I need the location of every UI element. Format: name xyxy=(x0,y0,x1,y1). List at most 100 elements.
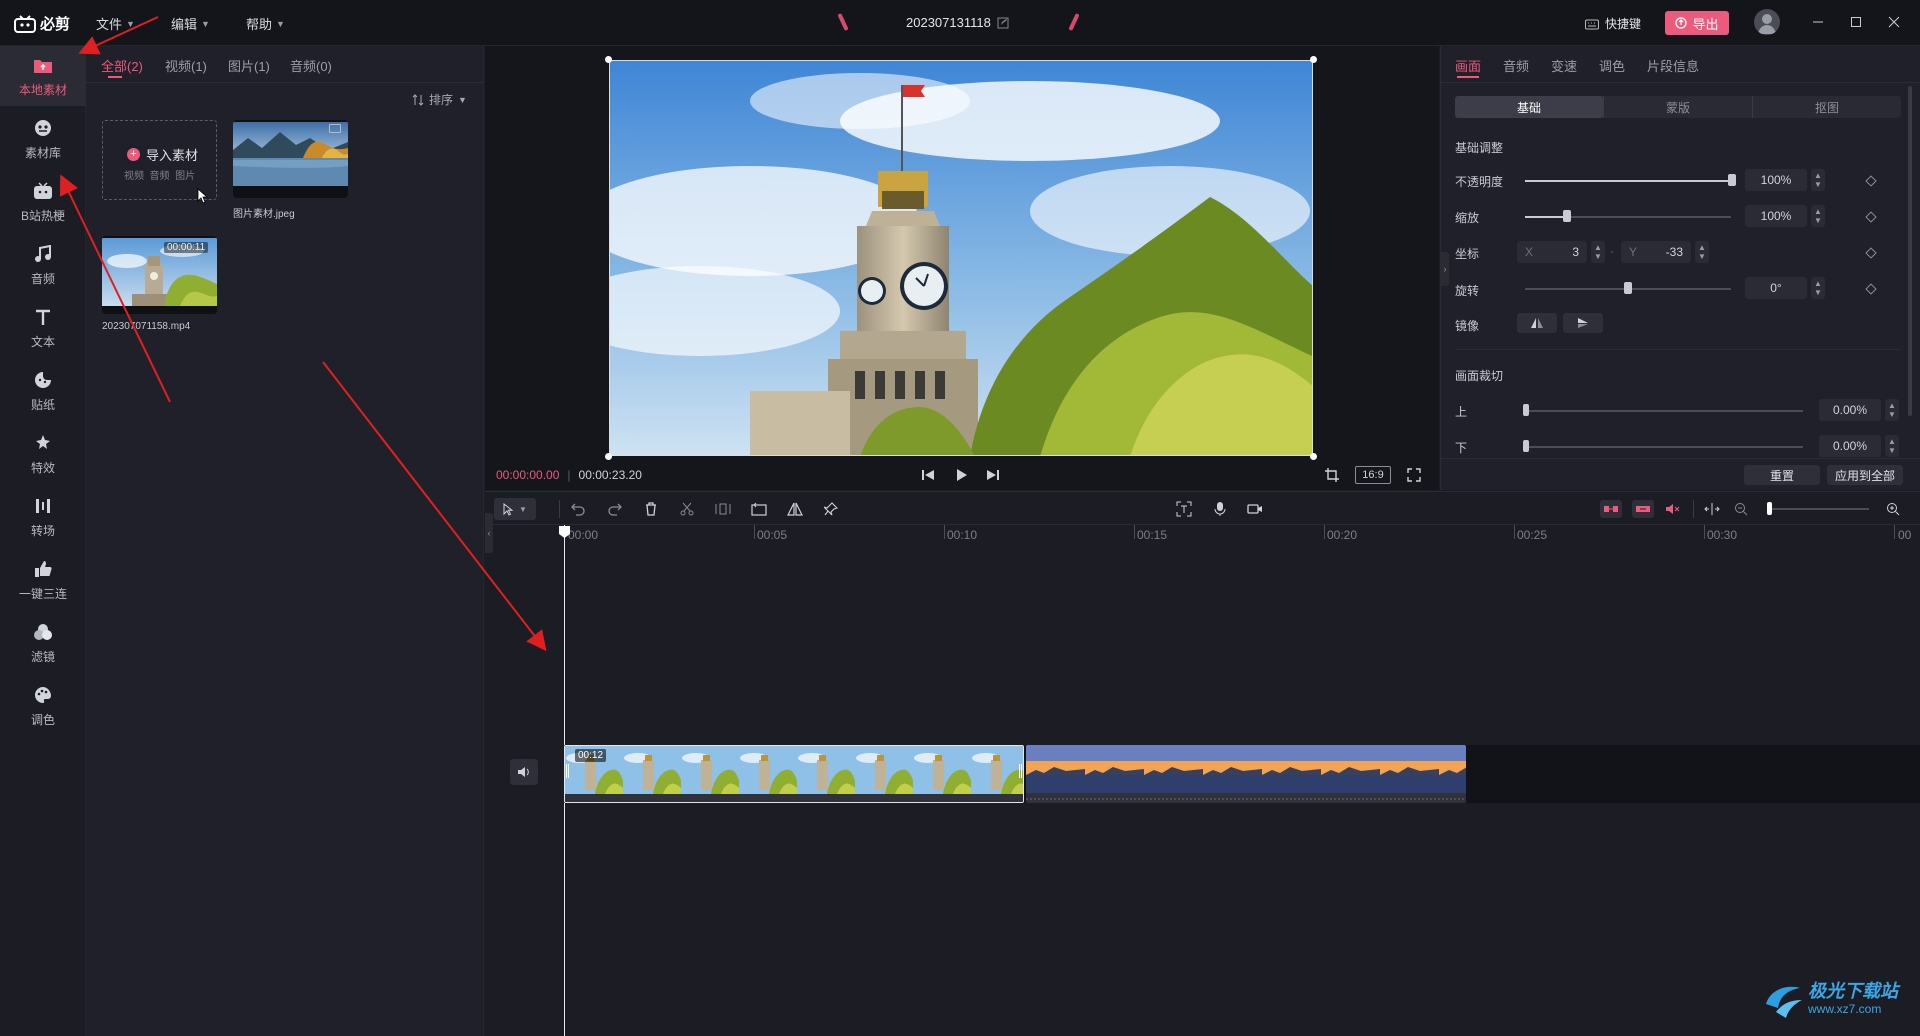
mirror-clip-button[interactable] xyxy=(786,500,804,518)
rotate-stepper[interactable]: ▲ ▼ xyxy=(1811,277,1825,299)
scale-slider-knob[interactable] xyxy=(1563,210,1571,222)
rotate-input[interactable]: 0° xyxy=(1745,277,1807,299)
delete-button[interactable] xyxy=(642,500,660,518)
rail-item-effect[interactable]: 特效 xyxy=(0,424,86,484)
scale-stepper[interactable]: ▲ ▼ xyxy=(1811,205,1825,227)
redo-button[interactable] xyxy=(606,500,624,518)
maximize-button[interactable] xyxy=(1850,16,1862,28)
ratio-button[interactable]: 16:9 xyxy=(1355,466,1391,484)
zoom-slider-knob[interactable] xyxy=(1767,502,1772,515)
tab-picture[interactable]: 画面 xyxy=(1455,56,1481,75)
tab-speed[interactable]: 变速 xyxy=(1551,56,1577,75)
record-video-button[interactable] xyxy=(1246,500,1264,518)
menu-edit[interactable]: 编辑 ▼ xyxy=(171,14,210,33)
sort-button[interactable]: 排序 ▼ xyxy=(412,91,467,108)
record-voice-button[interactable] xyxy=(1211,500,1229,518)
menu-help[interactable]: 帮助 ▼ xyxy=(246,14,285,33)
x-stepper[interactable]: ▲ ▼ xyxy=(1591,241,1605,263)
pin-button[interactable] xyxy=(822,500,840,518)
props-scrollbar[interactable] xyxy=(1908,86,1912,416)
subtab-basic[interactable]: 基础 xyxy=(1455,96,1603,118)
tab-color[interactable]: 调色 xyxy=(1599,56,1625,75)
tab-props-audio[interactable]: 音频 xyxy=(1503,56,1529,75)
canvas-handle-br[interactable] xyxy=(1310,453,1317,460)
reset-button[interactable]: 重置 xyxy=(1744,465,1820,485)
rail-item-sticker[interactable]: 贴纸 xyxy=(0,361,86,421)
collapse-preview-button[interactable]: ‹ xyxy=(485,513,493,553)
rotate-slider-knob[interactable] xyxy=(1624,282,1632,294)
crop-bottom-stepper[interactable]: ▲ ▼ xyxy=(1885,435,1899,457)
tab-all[interactable]: 全部(2) xyxy=(101,56,143,75)
rail-item-transition[interactable]: 转场 xyxy=(0,487,86,547)
zoom-slider[interactable] xyxy=(1767,508,1869,510)
undo-button[interactable] xyxy=(569,500,587,518)
subtab-cutout[interactable]: 抠图 xyxy=(1753,96,1901,118)
tab-video[interactable]: 视频(1) xyxy=(165,56,207,75)
prev-frame-button[interactable] xyxy=(921,468,935,482)
zoom-out-button[interactable] xyxy=(1732,500,1750,518)
rail-item-hot-memes[interactable]: B站热梗 xyxy=(0,172,86,232)
rail-item-audio[interactable]: 音频 xyxy=(0,235,86,295)
rail-item-local-media[interactable]: 本地素材 xyxy=(0,46,86,106)
fit-timeline-button[interactable] xyxy=(1703,500,1721,518)
freeze-frame-button[interactable] xyxy=(714,500,732,518)
select-tool-button[interactable]: ▼ xyxy=(494,498,536,520)
x-input[interactable]: X 3 xyxy=(1517,241,1587,263)
edit-icon[interactable] xyxy=(997,17,1009,29)
next-frame-button[interactable] xyxy=(986,468,1000,482)
project-title[interactable]: 202307131118 xyxy=(906,15,1009,30)
timeline-clip-sunset[interactable] xyxy=(1026,745,1466,803)
reverse-button[interactable] xyxy=(750,500,768,518)
export-button[interactable]: 导出 xyxy=(1665,11,1729,35)
rail-item-text[interactable]: 文本 xyxy=(0,298,86,358)
zoom-in-button[interactable] xyxy=(1884,500,1902,518)
mirror-vertical-button[interactable] xyxy=(1563,313,1603,333)
mute-track-button[interactable] xyxy=(1664,500,1682,518)
playhead-handle-icon[interactable] xyxy=(558,525,571,539)
apply-all-button[interactable]: 应用到全部 xyxy=(1827,465,1903,485)
crop-top-input[interactable]: 0.00% xyxy=(1819,399,1881,421)
rail-item-library[interactable]: 素材库 xyxy=(0,109,86,169)
snap-button[interactable] xyxy=(1600,500,1622,518)
minimize-button[interactable] xyxy=(1812,16,1824,28)
keyframe-diamond-icon[interactable] xyxy=(1865,247,1877,259)
auto-caption-button[interactable] xyxy=(1175,500,1193,518)
crop-button[interactable] xyxy=(1325,468,1339,482)
y-stepper[interactable]: ▲ ▼ xyxy=(1695,241,1709,263)
crop-top-stepper[interactable]: ▲ ▼ xyxy=(1885,399,1899,421)
tab-image[interactable]: 图片(1) xyxy=(228,56,270,75)
media-item-image[interactable] xyxy=(233,120,348,198)
keyframe-diamond-icon[interactable] xyxy=(1865,283,1877,295)
crop-top-knob[interactable] xyxy=(1523,404,1529,416)
tab-clip-info[interactable]: 片段信息 xyxy=(1647,56,1699,75)
split-button[interactable] xyxy=(678,500,696,518)
fullscreen-button[interactable] xyxy=(1407,468,1421,482)
timeline-clip-clocktower[interactable]: 00:12 xyxy=(564,745,1024,803)
crop-bottom-slider[interactable] xyxy=(1525,446,1803,448)
collapse-props-button[interactable]: › xyxy=(1441,252,1449,286)
avatar[interactable] xyxy=(1754,9,1780,35)
shortcut-button[interactable]: 快捷键 xyxy=(1585,15,1641,32)
canvas-handle-bl[interactable] xyxy=(605,453,612,460)
close-button[interactable] xyxy=(1888,16,1900,28)
play-button[interactable] xyxy=(954,468,968,482)
opacity-slider-knob[interactable] xyxy=(1728,174,1736,186)
opacity-slider[interactable] xyxy=(1525,180,1731,182)
track-mute-button[interactable] xyxy=(510,759,538,785)
scale-input[interactable]: 100% xyxy=(1745,205,1807,227)
clip-right-trim-handle[interactable] xyxy=(1019,764,1022,778)
linkage-button[interactable] xyxy=(1632,500,1654,518)
preview-canvas[interactable] xyxy=(609,60,1313,456)
keyframe-diamond-icon[interactable] xyxy=(1865,211,1877,223)
tab-audio[interactable]: 音频(0) xyxy=(290,56,332,75)
crop-bottom-input[interactable]: 0.00% xyxy=(1819,435,1881,457)
subtab-mask[interactable]: 蒙版 xyxy=(1603,96,1753,118)
keyframe-diamond-icon[interactable] xyxy=(1865,175,1877,187)
rail-item-color[interactable]: 调色 xyxy=(0,676,86,736)
opacity-stepper[interactable]: ▲ ▼ xyxy=(1811,169,1825,191)
rail-item-triple[interactable]: 一键三连 xyxy=(0,550,86,610)
canvas-handle-tr[interactable] xyxy=(1310,56,1317,63)
media-item-video[interactable]: 00:00:11 xyxy=(102,236,217,314)
y-input[interactable]: Y -33 xyxy=(1621,241,1691,263)
clip-left-trim-handle[interactable] xyxy=(566,764,569,778)
